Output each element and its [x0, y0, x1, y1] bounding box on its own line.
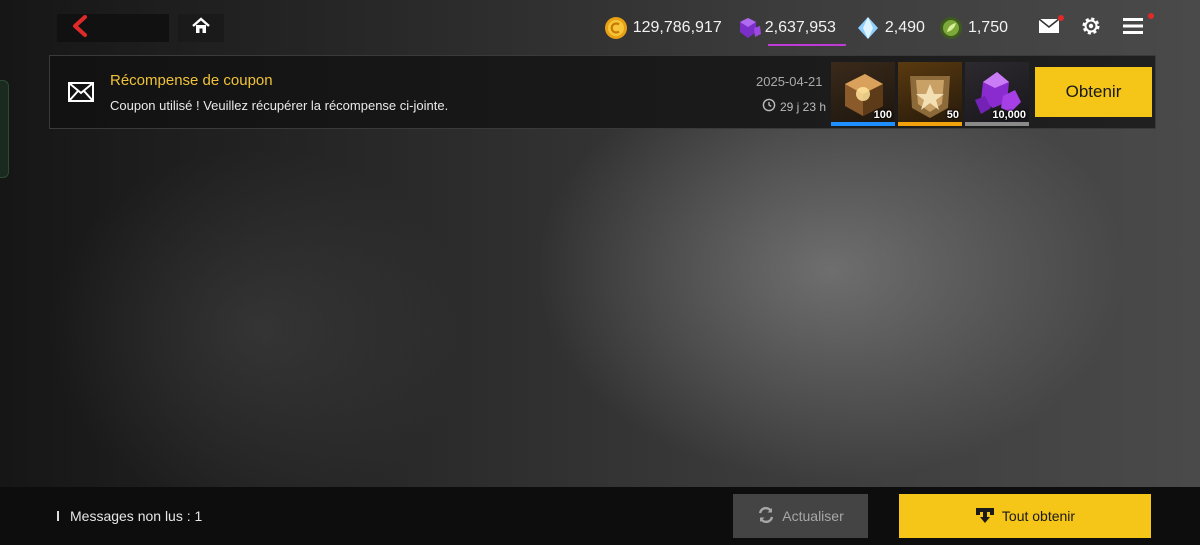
diamond-resource[interactable]: 2,490 [856, 16, 925, 40]
gold-coin-icon [604, 16, 628, 40]
resource-bar: 129,786,917 2,637,953 2,490 1,750 [604, 10, 1200, 46]
reward-item-1[interactable]: 100 [831, 62, 895, 126]
unread-marker [57, 511, 59, 521]
mail-item[interactable]: Récompense de coupon Coupon utilisé ! Ve… [49, 55, 1156, 129]
settings-button[interactable] [1076, 13, 1106, 43]
clock-icon [762, 98, 780, 115]
refresh-label: Actualiser [782, 508, 844, 524]
claim-all-button[interactable]: Tout obtenir [899, 494, 1151, 538]
rarity-stripe [965, 122, 1029, 126]
energy-resource[interactable]: 1,750 [939, 16, 1008, 40]
home-button[interactable] [178, 14, 224, 42]
home-icon [191, 16, 211, 40]
back-button[interactable] [57, 14, 169, 42]
green-energy-icon [939, 16, 963, 40]
bottom-bar: Messages non lus : 1 Actualiser Tout obt… [0, 487, 1200, 545]
diamond-amount: 2,490 [884, 19, 925, 36]
menu-notification-dot [1148, 13, 1154, 19]
refresh-icon [757, 506, 782, 527]
energy-amount: 1,750 [967, 19, 1008, 36]
refresh-button[interactable]: Actualiser [733, 494, 868, 538]
envelope-icon [68, 82, 94, 107]
crystal-amount: 2,637,953 [764, 19, 836, 36]
mail-title: Récompense de coupon [110, 72, 273, 89]
purple-crystal-icon [736, 16, 761, 40]
side-rail-tab[interactable] [0, 80, 9, 178]
gear-icon [1080, 15, 1102, 42]
crystal-progress-bar [767, 44, 846, 46]
mail-expiry: 29 j 23 h [762, 98, 826, 115]
mail-body: Coupon utilisé ! Veuillez récupérer la r… [110, 98, 449, 113]
hamburger-menu-icon [1123, 17, 1143, 40]
unread-count: Messages non lus : 1 [57, 508, 202, 524]
mail-button[interactable] [1034, 13, 1064, 43]
mail-expiry-text: 29 j 23 h [780, 99, 827, 114]
download-tray-icon [975, 506, 1002, 527]
crystal-resource[interactable]: 2,637,953 [736, 16, 846, 46]
gold-amount: 129,786,917 [632, 19, 722, 36]
reward-quantity: 50 [946, 109, 959, 121]
back-arrow-icon [69, 14, 89, 42]
rarity-stripe [831, 122, 895, 126]
mail-notification-dot [1058, 15, 1064, 21]
blue-diamond-icon [856, 16, 880, 40]
mail-icon [1038, 17, 1060, 39]
mail-date: 2025-04-21 [756, 74, 823, 89]
reward-quantity: 100 [873, 109, 892, 121]
unread-count-text: Messages non lus : 1 [70, 508, 203, 524]
reward-quantity: 10,000 [992, 109, 1026, 121]
claim-all-label: Tout obtenir [1001, 508, 1076, 524]
reward-item-2[interactable]: 50 [898, 62, 962, 126]
rarity-stripe [898, 122, 962, 126]
gold-resource[interactable]: 129,786,917 [604, 16, 722, 40]
claim-button[interactable]: Obtenir [1035, 67, 1152, 117]
menu-button[interactable] [1118, 13, 1154, 43]
reward-item-3[interactable]: 10,000 [965, 62, 1029, 126]
